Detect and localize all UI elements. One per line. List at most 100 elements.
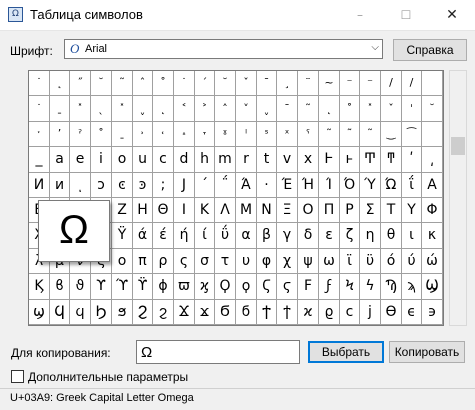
char-cell[interactable]: ˚ [91, 122, 112, 147]
char-cell[interactable]: Ό [340, 173, 360, 198]
char-cell[interactable]: έ [153, 223, 174, 249]
char-cell[interactable]: ϓ [112, 274, 133, 300]
char-cell[interactable]: ͷ [50, 173, 70, 198]
char-cell[interactable]: ˚ [340, 96, 360, 122]
char-cell[interactable]: Ͳ [360, 147, 381, 173]
char-cell[interactable]: ΰ [215, 223, 236, 249]
char-cell[interactable]: η [360, 223, 381, 249]
char-cell[interactable]: · [257, 173, 277, 198]
char-cell[interactable]: Υ [402, 198, 422, 223]
char-cell[interactable]: m [215, 147, 236, 173]
font-select[interactable]: O Arial ⌵ [64, 39, 383, 59]
char-cell[interactable]: c [153, 147, 174, 173]
char-cell[interactable]: ΐ [402, 173, 422, 198]
char-cell[interactable]: Ϣ [422, 274, 443, 300]
char-cell[interactable]: ϥ [70, 300, 91, 325]
char-cell[interactable]: ˓ [153, 122, 174, 147]
char-cell[interactable]: ˜ [298, 96, 319, 122]
char-cell[interactable]: ⁻ [360, 71, 381, 96]
char-cell[interactable]: Ύ [360, 173, 381, 198]
char-cell[interactable]: ϔ [133, 274, 153, 300]
char-cell[interactable]: ΅ [215, 173, 236, 198]
char-cell[interactable]: Ϩ [133, 300, 153, 325]
char-cell[interactable]: ˬ [257, 96, 277, 122]
char-cell[interactable]: ˟ [70, 96, 91, 122]
char-cell[interactable]: ϧ [112, 300, 133, 325]
char-cell[interactable]: Ϟ [340, 274, 360, 300]
char-cell[interactable]: ϖ [174, 274, 195, 300]
char-cell[interactable]: ι [402, 223, 422, 249]
char-cell[interactable]: Ϥ [50, 300, 70, 325]
char-cell[interactable]: ψ [298, 249, 319, 274]
char-cell[interactable]: ˈ [402, 96, 422, 122]
char-cell[interactable]: ˤ [298, 122, 319, 147]
char-cell[interactable]: α [236, 223, 257, 249]
char-cell[interactable]: ζ [340, 223, 360, 249]
char-cell[interactable]: τ [215, 249, 236, 274]
char-cell[interactable]: u [133, 147, 153, 173]
char-cell[interactable]: π [133, 249, 153, 274]
char-cell[interactable]: ˟ [360, 96, 381, 122]
char-cell[interactable]: ; [153, 173, 174, 198]
char-cell[interactable]: i [91, 147, 112, 173]
char-cell[interactable]: Θ [153, 198, 174, 223]
char-cell[interactable]: ˉ [257, 71, 277, 96]
char-cell[interactable]: d [174, 147, 195, 173]
char-cell[interactable]: ϶ [422, 300, 443, 325]
char-cell[interactable]: ˑ [29, 122, 50, 147]
char-cell[interactable]: ˘ [215, 71, 236, 96]
char-cell[interactable]: δ [298, 223, 319, 249]
char-cell[interactable]: ˍ [50, 96, 70, 122]
char-cell[interactable]: ε [319, 223, 340, 249]
char-cell[interactable]: ϰ [298, 300, 319, 325]
chevron-down-icon[interactable]: ⌵ [371, 42, 379, 53]
char-cell[interactable]: ˜ [360, 122, 381, 147]
char-cell[interactable]: ϳ [360, 300, 381, 325]
char-cell[interactable]: Ϙ [215, 274, 236, 300]
char-cell[interactable]: ϴ [381, 300, 402, 325]
char-cell[interactable]: ˔ [174, 122, 195, 147]
char-cell[interactable]: ϒ [91, 274, 112, 300]
char-cell[interactable]: ϱ [319, 300, 340, 325]
char-cell[interactable]: ϣ [29, 300, 50, 325]
char-cell[interactable]: ˒ [133, 122, 153, 147]
char-cell[interactable]: ˠ [215, 122, 236, 147]
char-cell[interactable]: ~ [319, 71, 340, 96]
char-cell[interactable]: ώ [422, 249, 443, 274]
char-cell[interactable]: Ί [319, 173, 340, 198]
char-cell[interactable]: ϲ [340, 300, 360, 325]
char-cell[interactable]: ˜ [112, 71, 133, 96]
char-cell[interactable]: ˇ [236, 71, 257, 96]
char-cell[interactable]: ˜ [319, 122, 340, 147]
char-cell[interactable]: ˛ [153, 96, 174, 122]
char-cell[interactable]: ˛ [50, 71, 70, 96]
char-cell[interactable]: ω [319, 249, 340, 274]
char-cell[interactable]: ˙ [29, 96, 50, 122]
copy-button[interactable]: Копировать [389, 341, 465, 363]
char-cell[interactable]: Φ [422, 198, 443, 223]
char-cell[interactable]: ˘ [422, 96, 443, 122]
char-cell[interactable]: ϗ [195, 274, 215, 300]
char-cell[interactable]: Π [319, 198, 340, 223]
char-cell[interactable]: ϑ [70, 274, 91, 300]
char-cell[interactable]: Ͱ [319, 147, 340, 173]
char-cell[interactable]: ʼ [50, 122, 70, 147]
char-cell[interactable]: ͻ [91, 173, 112, 198]
char-cell[interactable]: ϩ [153, 300, 174, 325]
char-cell[interactable]: ˝ [70, 71, 91, 96]
minimize-button[interactable]: – [337, 0, 383, 30]
advanced-checkbox[interactable] [11, 370, 24, 383]
char-cell[interactable]: ˟ [112, 96, 133, 122]
char-cell[interactable]: ˜ [340, 122, 360, 147]
char-cell[interactable]: ˆ [133, 71, 153, 96]
char-cell[interactable]: ϛ [277, 274, 298, 300]
char-cell[interactable]: Έ [277, 173, 298, 198]
char-cell[interactable]: ˬ [133, 96, 153, 122]
char-cell[interactable]: ⁀ [402, 122, 422, 147]
char-cell[interactable]: σ [195, 249, 215, 274]
char-cell[interactable]: Μ [236, 198, 257, 223]
char-cell[interactable]: Ξ [277, 198, 298, 223]
char-cell[interactable]: Ά [236, 173, 257, 198]
char-cell[interactable]: Ώ [381, 173, 402, 198]
char-cell[interactable]: ͳ [381, 147, 402, 173]
